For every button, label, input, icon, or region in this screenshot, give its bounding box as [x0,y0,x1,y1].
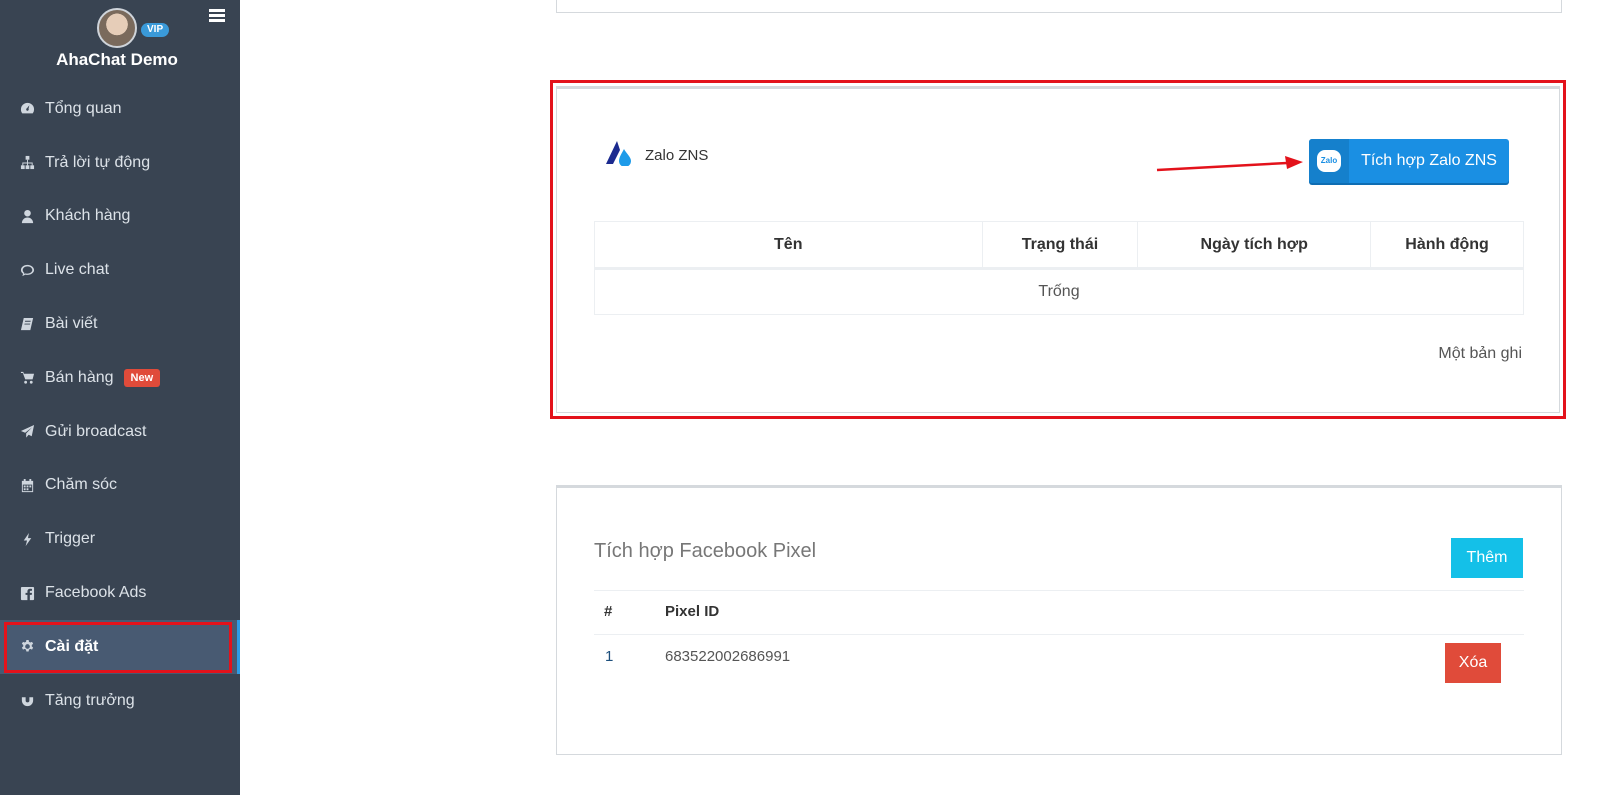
paper-plane-icon [18,423,36,441]
column-header-number: # [604,603,613,620]
vip-badge: VIP [141,23,170,37]
zalo-zns-table: Tên Trạng thái Ngày tích hợp Hành động T… [594,221,1524,315]
bolt-icon [18,530,36,548]
cart-icon [18,369,36,387]
gear-icon [18,638,36,656]
sitemap-icon [18,154,36,172]
sidebar-item-label: Live chat [45,261,110,279]
integrate-zalo-zns-button[interactable]: Zalo Tích hợp Zalo ZNS [1309,139,1509,183]
sidebar-item-label: Chăm sóc [45,476,118,494]
sidebar-item-label: Tổng quan [45,99,122,117]
sidebar-item-label: Trigger [45,530,96,548]
sidebar-item-label: Facebook Ads [45,584,147,602]
new-badge: New [123,368,161,387]
profile: VIP AhaChat Demo [0,0,240,80]
delete-pixel-button[interactable]: Xóa [1445,643,1501,683]
sidebar-item-label: Khách hàng [45,207,131,225]
sidebar-item-live-chat[interactable]: Live chat [0,243,240,297]
pixel-row-id: 683522002686991 [665,648,791,665]
sidebar-item-trigger[interactable]: Trigger [0,512,240,566]
active-item-annotation-box [4,621,232,673]
chat-bubble-icon [18,261,36,279]
sidebar-item-label: Bài viết [45,315,98,333]
sidebar-item-cham-soc[interactable]: Chăm sóc [0,459,240,513]
column-header-status: Trạng thái [981,221,1139,270]
empty-table-message: Trống [594,268,1524,315]
integrate-zalo-zns-label: Tích hợp Zalo ZNS [1361,152,1497,169]
column-header-name: Tên [594,221,983,270]
divider [594,590,1524,591]
sidebar-item-tang-truong[interactable]: Tăng trưởng [0,674,240,728]
previous-panel [556,0,1562,13]
pixel-row-number: 1 [605,648,614,665]
sidebar-item-label: Bán hàng [45,368,114,386]
profile-name: AhaChat Demo [56,50,178,69]
zalo-zns-title: Zalo ZNS [645,147,709,164]
divider [594,634,1524,635]
zalo-zns-panel: Zalo ZNS Zalo Tích hợp Zalo ZNS Tên Trạn… [556,86,1560,413]
sidebar-item-label: Gửi broadcast [45,422,147,440]
column-header-pixel-id: Pixel ID [665,603,720,620]
zalo-zns-logo-icon [606,141,631,166]
sidebar-item-ban-hang[interactable]: Bán hàng New [0,351,240,405]
sidebar-item-bai-viet[interactable]: Bài viết [0,297,240,351]
sidebar-item-tra-loi-tu-dong[interactable]: Trả lời tự động [0,136,240,190]
sidebar-item-label: Trả lời tự động [45,153,151,171]
magnet-icon [18,692,36,710]
avatar[interactable] [97,8,137,48]
sidebar-item-label: Tăng trưởng [45,691,135,709]
sidebar-item-facebook-ads[interactable]: Facebook Ads [0,566,240,620]
sidebar-item-cai-dat[interactable]: Cài đặt [0,619,240,674]
user-icon [18,207,36,225]
record-count: Một bản ghi [1438,345,1522,362]
book-icon [18,315,36,333]
sidebar-item-label: Cài đặt [45,637,99,655]
column-header-integration-date: Ngày tích hợp [1137,221,1372,270]
menu-toggle-icon[interactable] [209,9,225,22]
calendar-icon [18,476,36,494]
sidebar-nav: Tổng quan Trả lời tự động Khách hàng Liv… [0,82,240,728]
sidebar-item-khach-hang[interactable]: Khách hàng [0,190,240,244]
zalo-icon: Zalo [1309,139,1349,183]
column-header-action: Hành động [1370,221,1524,270]
facebook-pixel-title: Tích hợp Facebook Pixel [594,540,817,562]
facebook-square-icon [18,584,36,602]
facebook-pixel-panel: Tích hợp Facebook Pixel Thêm # Pixel ID … [556,485,1562,755]
table-row: Trống [594,268,1524,315]
add-pixel-button[interactable]: Thêm [1451,538,1523,578]
sidebar-item-tong-quan[interactable]: Tổng quan [0,82,240,136]
dashboard-icon [18,100,36,118]
annotation-arrow-icon [1156,156,1303,172]
sidebar: VIP AhaChat Demo Tổng quan Trả lời tự độ… [0,0,240,795]
sidebar-item-gui-broadcast[interactable]: Gửi broadcast [0,405,240,459]
